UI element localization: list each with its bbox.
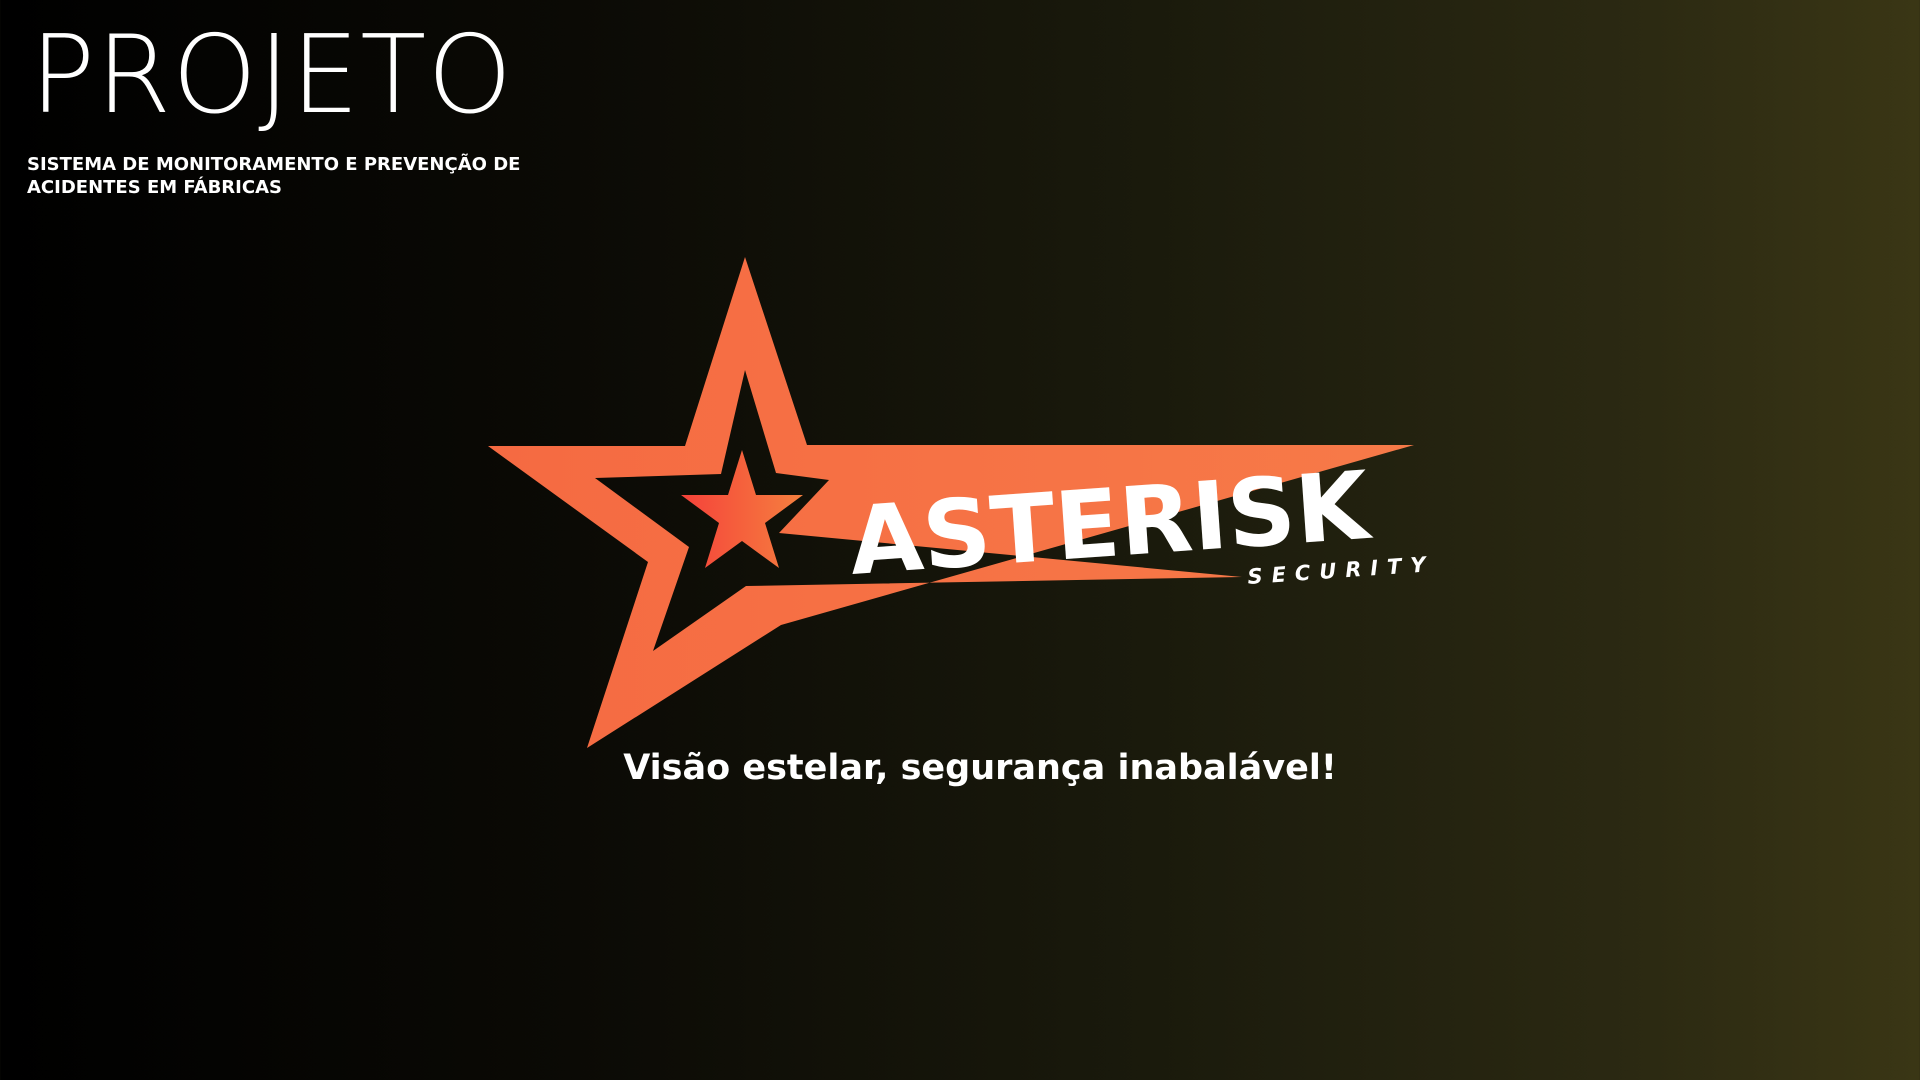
- tagline-text: Visão estelar, segurança inabalável!: [623, 748, 1337, 788]
- project-title: PROJETO: [30, 13, 514, 138]
- asterisk-security-logo: ASTERISK SECURITY: [480, 250, 1440, 760]
- project-subtitle: SISTEMA DE MONITORAMENTO E PREVENÇÃO DE …: [27, 154, 521, 198]
- logo-graphic: ASTERISK SECURITY: [488, 257, 1435, 748]
- title-slide: PROJETO SISTEMA DE MONITORAMENTO E PREVE…: [0, 0, 1920, 1080]
- tagline: Visão estelar, segurança inabalável!: [0, 748, 1920, 788]
